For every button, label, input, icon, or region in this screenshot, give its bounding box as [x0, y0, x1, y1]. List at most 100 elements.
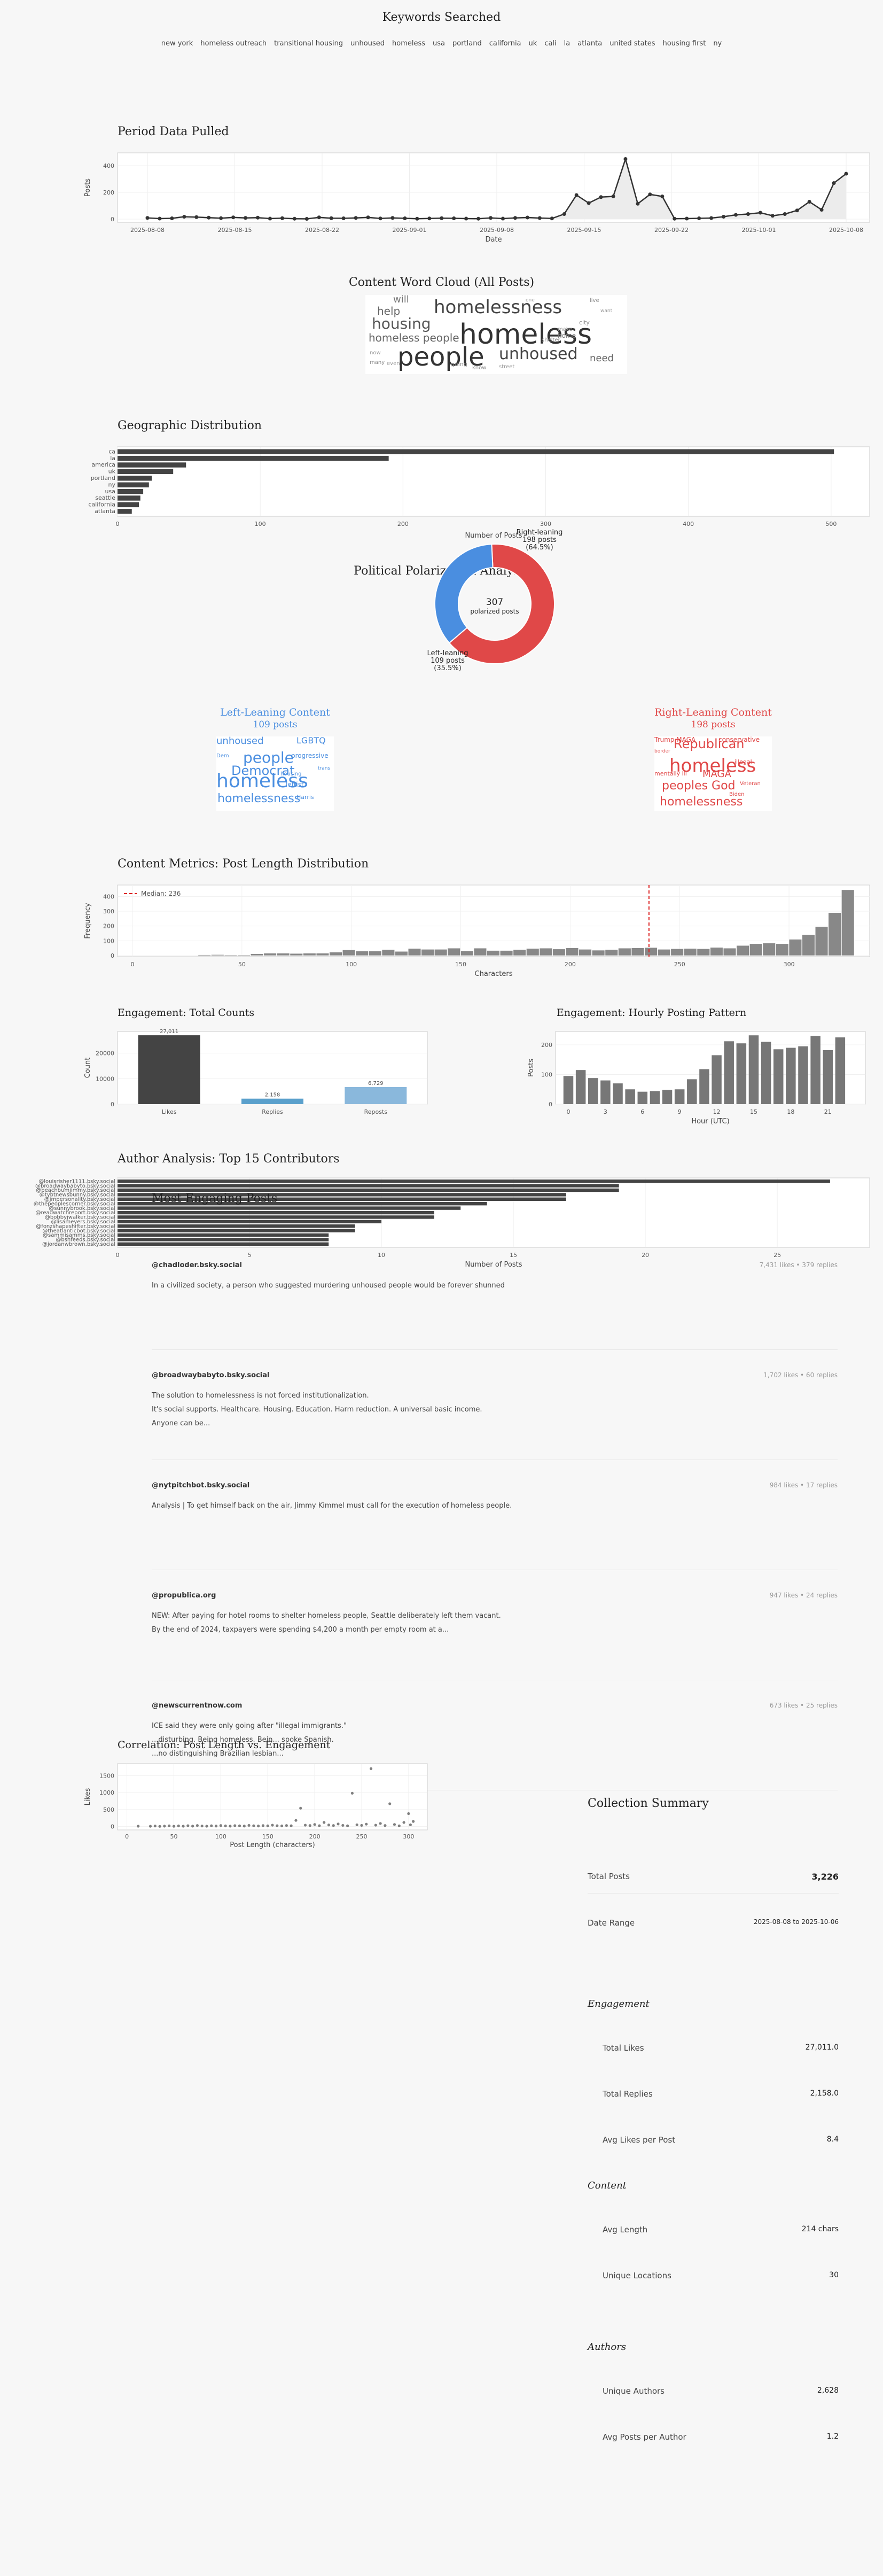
x-tick-label: 0 — [116, 521, 120, 527]
geo-bar — [118, 509, 132, 514]
histogram-bar — [841, 889, 855, 956]
x-tick-label: 3 — [604, 1108, 607, 1115]
x-tick-label: 15 — [510, 1252, 517, 1259]
data-point — [158, 216, 162, 221]
scatter-point — [243, 1825, 246, 1828]
summary-title: Collection Summary — [588, 1797, 709, 1810]
histogram-bar — [277, 953, 290, 956]
hourly-title: Engagement: Hourly Posting Pattern — [557, 1007, 747, 1019]
data-point — [819, 208, 824, 212]
right-cloud-title: Right-Leaning Content — [654, 707, 772, 718]
histogram-bar — [788, 939, 802, 956]
scatter-point — [271, 1824, 274, 1827]
category-label: usa — [105, 488, 115, 495]
keyword-item: homeless outreach — [200, 40, 267, 48]
x-tick-label: 300 — [784, 961, 795, 968]
scatter-point — [318, 1824, 321, 1827]
author-bar — [118, 1211, 434, 1215]
histogram-bar — [408, 948, 421, 956]
category-label: la — [110, 455, 115, 462]
scatter-point — [158, 1825, 161, 1828]
scatter-point — [407, 1812, 410, 1815]
eng-totals-title: Engagement: Total Counts — [118, 1007, 255, 1019]
data-point — [403, 216, 407, 220]
x-tick-label: 2025-10-08 — [829, 227, 863, 234]
histogram-bar — [710, 947, 723, 956]
x-tick-label: 0 — [567, 1108, 571, 1115]
data-point — [733, 213, 738, 217]
post-author[interactable]: @broadwaybabyto.bsky.social — [152, 1371, 270, 1379]
histogram-bar — [421, 949, 434, 956]
data-point — [280, 216, 284, 220]
unique-authors-label: Unique Authors — [603, 2386, 665, 2396]
post-card[interactable]: @chadloder.bsky.social 7,431 likes • 379 … — [152, 1261, 838, 1371]
engagement-bar — [241, 1098, 303, 1104]
scatter-point — [266, 1824, 269, 1827]
x-tick-label: 25 — [773, 1252, 781, 1259]
histogram-bar — [290, 953, 303, 956]
post-engagement: 984 likes • 17 replies — [769, 1481, 838, 1489]
post-author[interactable]: @propublica.org — [152, 1592, 216, 1600]
author-bar — [118, 1220, 382, 1223]
data-point — [685, 216, 689, 221]
geo-bar — [118, 502, 139, 508]
histogram-bar — [697, 949, 710, 956]
post-author[interactable]: @chadloder.bsky.social — [152, 1261, 242, 1269]
scatter-point — [168, 1824, 171, 1827]
scatter-point — [163, 1825, 166, 1828]
geo-bar — [118, 462, 186, 468]
data-point — [562, 212, 566, 216]
post-card[interactable]: @propublica.org 947 likes • 24 replies NEW… — [152, 1592, 838, 1702]
post-engagement: 673 likes • 25 replies — [769, 1702, 838, 1709]
data-point — [746, 212, 750, 216]
post-card[interactable]: @broadwaybabyto.bsky.social 1,702 likes •… — [152, 1371, 838, 1481]
scatter-point — [412, 1820, 415, 1823]
scatter-point — [341, 1824, 345, 1827]
data-point — [722, 215, 726, 219]
scatter-point — [393, 1823, 396, 1826]
scatter-point — [153, 1825, 157, 1828]
slice-label: Right-leaning — [517, 529, 563, 537]
histogram-bar — [473, 948, 487, 956]
category-label: Replies — [262, 1108, 283, 1115]
x-tick-label: 6 — [640, 1108, 644, 1115]
data-point — [427, 216, 432, 221]
histogram-bar — [434, 949, 448, 956]
hour-bar — [687, 1079, 697, 1104]
x-tick-label: 250 — [674, 961, 685, 968]
x-tick-label: 5 — [248, 1252, 252, 1259]
avg-likes-value: 8.4 — [826, 2135, 839, 2144]
y-axis-label: Count — [84, 1058, 92, 1078]
x-tick-label: 50 — [238, 961, 246, 968]
hour-bar — [748, 1035, 759, 1104]
x-tick-label: 2025-09-08 — [480, 227, 514, 234]
word-cloud-word: leftist — [286, 781, 304, 788]
post-author[interactable]: @newscurrentnow.com — [152, 1702, 242, 1710]
post-text: Anyone can be... — [152, 1419, 210, 1427]
author-bar — [118, 1233, 329, 1237]
author-bar — [118, 1215, 434, 1219]
period-line-chart: 2025-08-08 2025-08-15 2025-08-22 2025-09-01… — [84, 152, 870, 244]
date-range-label: Date Range — [588, 1918, 635, 1928]
data-point — [415, 216, 419, 221]
scatter-point — [365, 1822, 368, 1826]
scatter-point — [355, 1823, 358, 1827]
word-cloud-word: know — [472, 365, 487, 371]
word-cloud-word: homelessness — [217, 792, 301, 805]
data-point — [795, 208, 799, 213]
bar-value-label: 2,158 — [265, 1092, 280, 1098]
post-card[interactable]: @nytpitchbot.bsky.social 984 likes • 17 r… — [152, 1481, 838, 1592]
histogram-bar — [487, 950, 500, 956]
scatter-point — [327, 1824, 331, 1827]
left-wordcloud: homeless homelessness people Democrat unhous… — [216, 736, 334, 811]
hour-bar — [600, 1080, 611, 1104]
data-point — [182, 215, 186, 219]
scatter-point — [313, 1823, 316, 1826]
category-label: ca — [108, 448, 115, 455]
scatter-point — [290, 1824, 293, 1827]
geo-bar — [118, 449, 834, 454]
post-author[interactable]: @nytpitchbot.bsky.social — [152, 1481, 249, 1489]
histogram-bar — [500, 950, 513, 956]
y-tick-label: 200 — [541, 1042, 552, 1049]
histogram-bar — [513, 949, 526, 956]
